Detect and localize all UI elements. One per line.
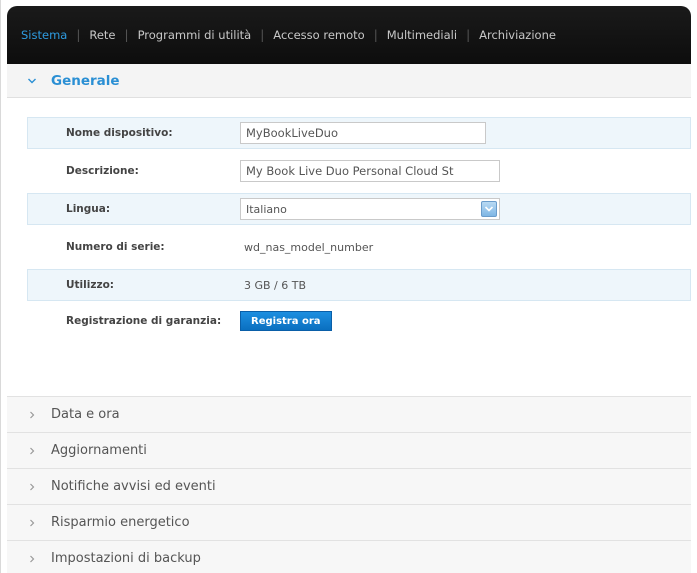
nav-separator: | — [260, 28, 265, 42]
device-name-label: Nome dispositivo: — [66, 127, 173, 139]
nav-tab-sistema[interactable]: Sistema — [21, 28, 67, 42]
nav-tab-archiviazione[interactable]: Archiviazione — [479, 28, 556, 42]
language-label: Lingua: — [66, 203, 111, 215]
serial-value: wd_nas_model_number — [244, 240, 374, 254]
description-input[interactable] — [240, 160, 500, 182]
top-navigation: Sistema | Rete | Programmi di utilità | … — [7, 6, 691, 64]
chevron-down-icon — [27, 76, 37, 86]
form-row-device-name: Nome dispositivo: — [27, 117, 691, 149]
nav-tab-programmi[interactable]: Programmi di utilità — [138, 28, 252, 42]
section-header-generale[interactable]: Generale — [7, 64, 691, 98]
chevron-right-icon — [27, 482, 37, 492]
chevron-right-icon — [27, 518, 37, 528]
nav-separator: | — [76, 28, 81, 42]
register-now-button[interactable]: Registra ora — [240, 311, 332, 331]
description-label: Descrizione: — [66, 165, 139, 177]
chevron-right-icon — [27, 554, 37, 564]
usage-label: Utilizzo: — [66, 279, 114, 291]
chevron-right-icon — [27, 446, 37, 456]
collapsed-sections: Data e ora Aggiornamenti Notifiche avvis… — [7, 396, 691, 573]
section-title: Aggiornamenti — [51, 443, 147, 458]
language-selected-value: Italiano — [246, 202, 287, 216]
form-row-language: Lingua: Italiano — [27, 193, 691, 225]
nav-separator: | — [466, 28, 471, 42]
section-title: Notifiche avvisi ed eventi — [51, 479, 216, 494]
form-row-description: Descrizione: — [27, 155, 691, 187]
nav-tab-accesso-remoto[interactable]: Accesso remoto — [273, 28, 364, 42]
chevron-right-icon — [27, 410, 37, 420]
nav-separator: | — [124, 28, 129, 42]
section-header-impostazioni-backup[interactable]: Impostazioni di backup — [7, 540, 691, 573]
select-arrow-icon[interactable] — [481, 201, 497, 217]
section-header-notifiche[interactable]: Notifiche avvisi ed eventi — [7, 468, 691, 504]
section-title: Generale — [51, 72, 120, 89]
device-name-input[interactable] — [240, 122, 486, 144]
section-title: Data e ora — [51, 407, 120, 422]
section-header-aggiornamenti[interactable]: Aggiornamenti — [7, 432, 691, 468]
usage-value: 3 GB / 6 TB — [244, 278, 307, 292]
serial-label: Numero di serie: — [66, 241, 165, 253]
warranty-label: Registrazione di garanzia: — [66, 315, 222, 327]
section-header-risparmio-energetico[interactable]: Risparmio energetico — [7, 504, 691, 540]
nav-separator: | — [373, 28, 378, 42]
app-window: Sistema | Rete | Programmi di utilità | … — [0, 0, 697, 573]
section-title: Risparmio energetico — [51, 515, 190, 530]
general-settings-form: Nome dispositivo: Descrizione: Lingua: I… — [27, 117, 691, 337]
nav-tab-multimediali[interactable]: Multimediali — [387, 28, 457, 42]
nav-tab-rete[interactable]: Rete — [89, 28, 115, 42]
form-row-warranty: Registrazione di garanzia: Registra ora — [27, 305, 691, 337]
form-row-usage: Utilizzo: 3 GB / 6 TB — [27, 269, 691, 301]
section-header-data-e-ora[interactable]: Data e ora — [7, 396, 691, 432]
section-title: Impostazioni di backup — [51, 551, 201, 566]
language-select[interactable]: Italiano — [240, 198, 500, 220]
form-row-serial: Numero di serie: wd_nas_model_number — [27, 231, 691, 263]
